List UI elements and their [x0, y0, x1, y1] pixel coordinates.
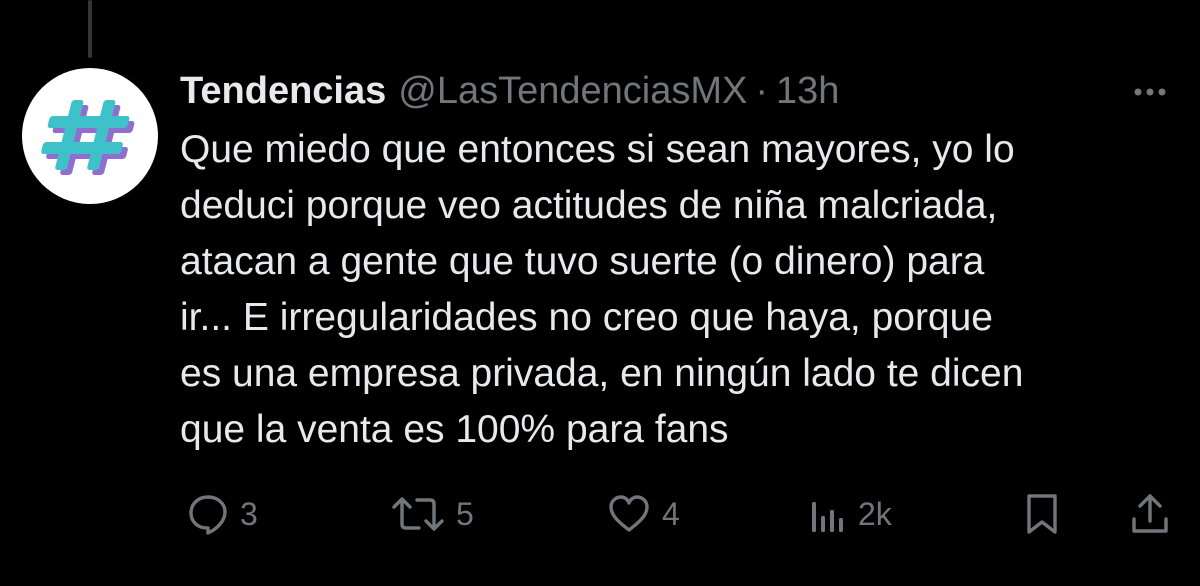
share-button[interactable] [1128, 486, 1172, 542]
views-icon [812, 502, 843, 532]
share-icon [1132, 494, 1168, 533]
reply-button[interactable]: 3 [186, 486, 258, 542]
tweet-text-line: es una empresa privada, en ningún lado t… [180, 352, 1024, 395]
more-options-button[interactable] [1130, 72, 1170, 112]
avatar[interactable] [22, 68, 158, 204]
bookmark-icon [1027, 494, 1057, 534]
hashtag-icon [41, 100, 135, 175]
thread-connector-line [88, 0, 92, 58]
tweet-text: Que miedo que entonces si sean mayores, … [180, 122, 1180, 458]
views-count: 2k [858, 495, 892, 532]
reply-count: 3 [240, 495, 258, 532]
tweet-text-line: Que miedo que entonces si sean mayores, … [180, 128, 1015, 171]
retweet-button[interactable]: 5 [390, 486, 474, 542]
tweet-text-line: ir... E irregularidades no creo que haya… [180, 296, 994, 339]
tweet-header: Tendencias @LasTendenciasMX · 13h [180, 68, 1170, 114]
tweet-text-line: que la venta es 100% para fans [180, 408, 729, 451]
tweet-timestamp[interactable]: 13h [776, 68, 839, 114]
retweet-count: 5 [456, 495, 474, 532]
tweet-actions-bar: 3 5 4 2k [180, 486, 1180, 542]
bookmark-button[interactable] [1022, 486, 1062, 542]
tweet-text-line: atacan a gente que tuvo suerte (o dinero… [180, 240, 985, 283]
tweet-text-line: deduci porque veo actitudes de niña malc… [180, 184, 998, 227]
like-button[interactable]: 4 [606, 486, 680, 542]
more-icon [1134, 88, 1166, 96]
heart-icon [609, 495, 649, 532]
retweet-icon [392, 497, 444, 531]
views-button[interactable]: 2k [808, 486, 892, 542]
like-count: 4 [662, 495, 680, 532]
reply-icon [189, 495, 227, 535]
author-handle[interactable]: @LasTendenciasMX [398, 68, 747, 114]
author-display-name[interactable]: Tendencias [180, 68, 386, 114]
header-separator: · [755, 70, 769, 112]
